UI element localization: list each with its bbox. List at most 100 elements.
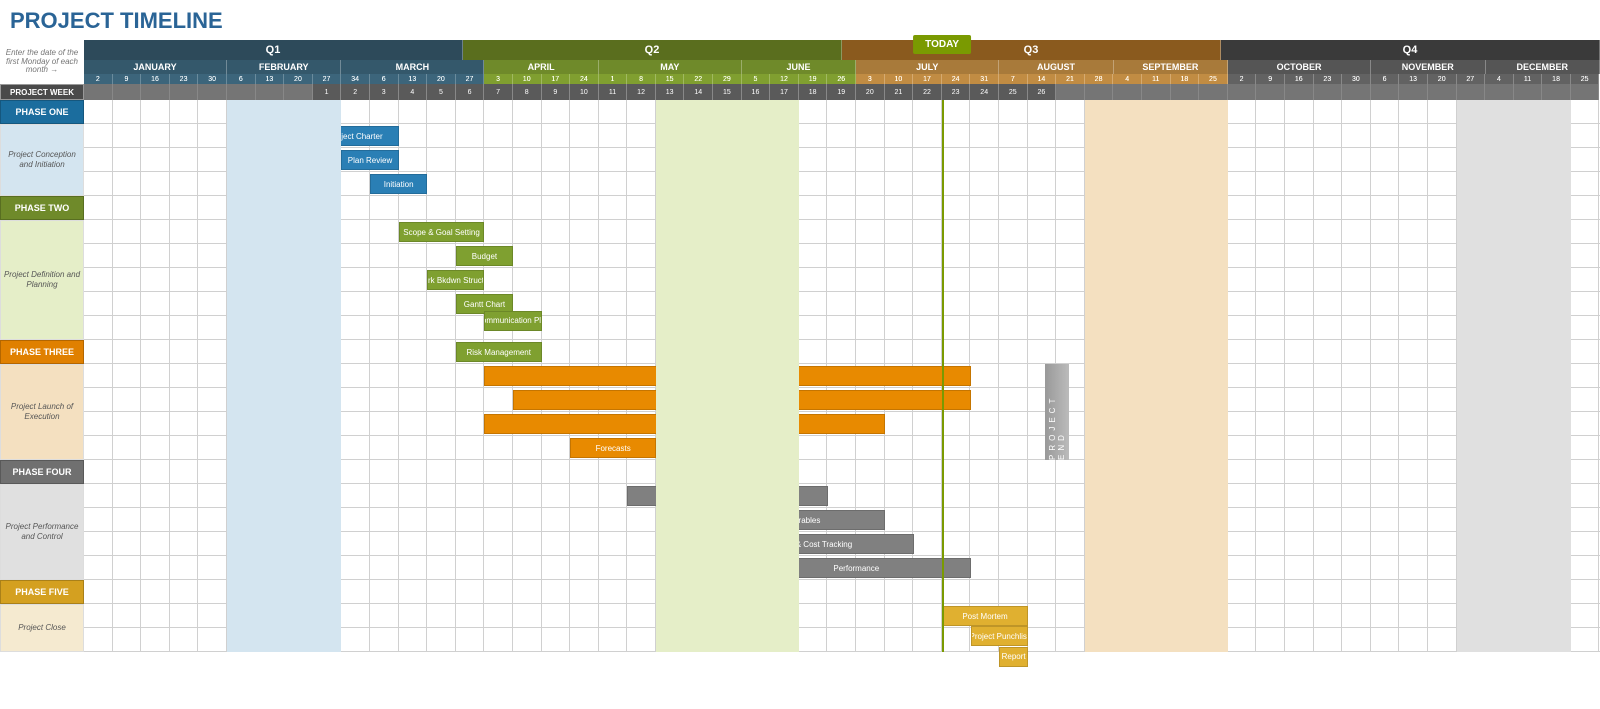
day-cell: 25 — [1571, 74, 1600, 84]
project-week-cell — [1228, 84, 1257, 100]
project-week-cell — [1342, 84, 1371, 100]
month-header: JULY — [856, 60, 999, 74]
phase-header: PHASE FIVE — [0, 580, 84, 604]
gantt-bar[interactable]: Forecasts — [570, 438, 656, 458]
day-cell: 17 — [542, 74, 571, 84]
day-cell: 26 — [827, 74, 856, 84]
day-cell: 4 — [1113, 74, 1142, 84]
project-week-cell: 26 — [1028, 84, 1057, 100]
month-header: APRIL — [484, 60, 598, 74]
project-week-row: PROJECT WEEK 123456789101112131415161718… — [0, 84, 1600, 100]
project-week-cell: 25 — [999, 84, 1028, 100]
month-header: JUNE — [742, 60, 856, 74]
project-week-cell — [1428, 84, 1457, 100]
day-cell: 10 — [885, 74, 914, 84]
month-header: DECEMBER — [1486, 60, 1600, 74]
header-grid: Q1Q2Q3Q4JANUARYFEBRUARYMARCHAPRILMAYJUNE… — [84, 40, 1600, 84]
day-cell: 2 — [84, 74, 113, 84]
day-cell: 31 — [970, 74, 999, 84]
project-week-cell: 11 — [599, 84, 628, 100]
project-week-cell: 19 — [827, 84, 856, 100]
phase-sidebar: PHASE ONEProject Conception and Initiati… — [0, 100, 84, 652]
month-band — [1085, 100, 1228, 652]
project-week-cell: 5 — [427, 84, 456, 100]
project-week-cell — [1285, 84, 1314, 100]
gantt-bar[interactable]: Budget — [456, 246, 513, 266]
gantt-bar[interactable]: Work Bkdwn Structure — [427, 270, 484, 290]
day-cell: 6 — [370, 74, 399, 84]
month-header: SEPTEMBER — [1114, 60, 1228, 74]
today-line — [942, 100, 944, 652]
project-week-cell — [1171, 84, 1200, 100]
day-cell: 9 — [1256, 74, 1285, 84]
day-cell: 23 — [170, 74, 199, 84]
phase-description: Project Close — [0, 604, 84, 652]
day-cell: 19 — [799, 74, 828, 84]
project-week-cell — [1542, 84, 1571, 100]
project-week-cell — [1371, 84, 1400, 100]
day-cell: 15 — [656, 74, 685, 84]
month-header: OCTOBER — [1228, 60, 1371, 74]
gantt-body: PHASE ONEProject Conception and Initiati… — [0, 100, 1600, 652]
project-week-cell: 2 — [341, 84, 370, 100]
month-header: AUGUST — [999, 60, 1113, 74]
phase-description: Project Launch of Execution — [0, 364, 84, 460]
quarter-header: Q2 — [463, 40, 842, 60]
project-week-label: PROJECT WEEK — [0, 84, 84, 100]
day-cell: 12 — [770, 74, 799, 84]
project-week-cell — [256, 84, 285, 100]
phase-header: PHASE TWO — [0, 196, 84, 220]
day-cell: 27 — [313, 74, 342, 84]
phase-grid: Project CharterPlan ReviewInitiationScop… — [84, 100, 1600, 652]
day-cell: 30 — [1342, 74, 1371, 84]
gantt-bar[interactable]: Initiation — [370, 174, 427, 194]
project-week-cell: 13 — [656, 84, 685, 100]
day-cell: 34 — [341, 74, 370, 84]
day-cell: 4 — [1485, 74, 1514, 84]
gantt-bar[interactable]: Report — [999, 647, 1028, 667]
project-week-cell — [1485, 84, 1514, 100]
month-band — [227, 100, 341, 652]
gantt-bar[interactable]: Plan Review — [341, 150, 398, 170]
day-cell: 20 — [1428, 74, 1457, 84]
day-cell: 13 — [1399, 74, 1428, 84]
phase-description: Project Definition and Planning — [0, 220, 84, 340]
project-week-cell — [198, 84, 227, 100]
day-cell: 20 — [284, 74, 313, 84]
day-cell: 9 — [113, 74, 142, 84]
project-week-cell: 15 — [713, 84, 742, 100]
day-cell: 13 — [256, 74, 285, 84]
project-week-cell — [1142, 84, 1171, 100]
day-cell: 11 — [1514, 74, 1543, 84]
gantt-bar[interactable]: Risk Management — [456, 342, 542, 362]
project-week-cell — [1085, 84, 1114, 100]
day-cell: 22 — [684, 74, 713, 84]
project-week-cell — [284, 84, 313, 100]
day-cell: 13 — [399, 74, 428, 84]
project-week-cell — [1457, 84, 1486, 100]
gantt-bar[interactable]: Scope & Goal Setting — [399, 222, 485, 242]
gantt-bar[interactable]: Project Punchlist — [971, 626, 1028, 646]
day-cell: 28 — [1085, 74, 1114, 84]
timeline-container: PROJECT TIMELINE TODAY Enter the date of… — [0, 0, 1600, 652]
month-header: NOVEMBER — [1371, 60, 1485, 74]
day-cell: 27 — [456, 74, 485, 84]
day-cell: 17 — [913, 74, 942, 84]
quarter-header: Q3 — [842, 40, 1221, 60]
day-cell: 10 — [513, 74, 542, 84]
project-week-cell — [113, 84, 142, 100]
month-header: FEBRUARY — [227, 60, 341, 74]
gantt-bar[interactable]: Communication Plan — [484, 311, 541, 331]
project-week-cell — [141, 84, 170, 100]
day-cell: 6 — [1371, 74, 1400, 84]
project-end-marker: PROJECT END — [1045, 364, 1069, 460]
day-cell: 18 — [1542, 74, 1571, 84]
project-week-cell: 22 — [913, 84, 942, 100]
today-flag: TODAY — [913, 35, 971, 54]
gantt-bar[interactable]: Post Mortem — [942, 606, 1028, 626]
project-week-cell — [1571, 84, 1600, 100]
day-cell: 24 — [942, 74, 971, 84]
project-week-cell: 8 — [513, 84, 542, 100]
project-week-cell — [170, 84, 199, 100]
day-cell: 3 — [484, 74, 513, 84]
